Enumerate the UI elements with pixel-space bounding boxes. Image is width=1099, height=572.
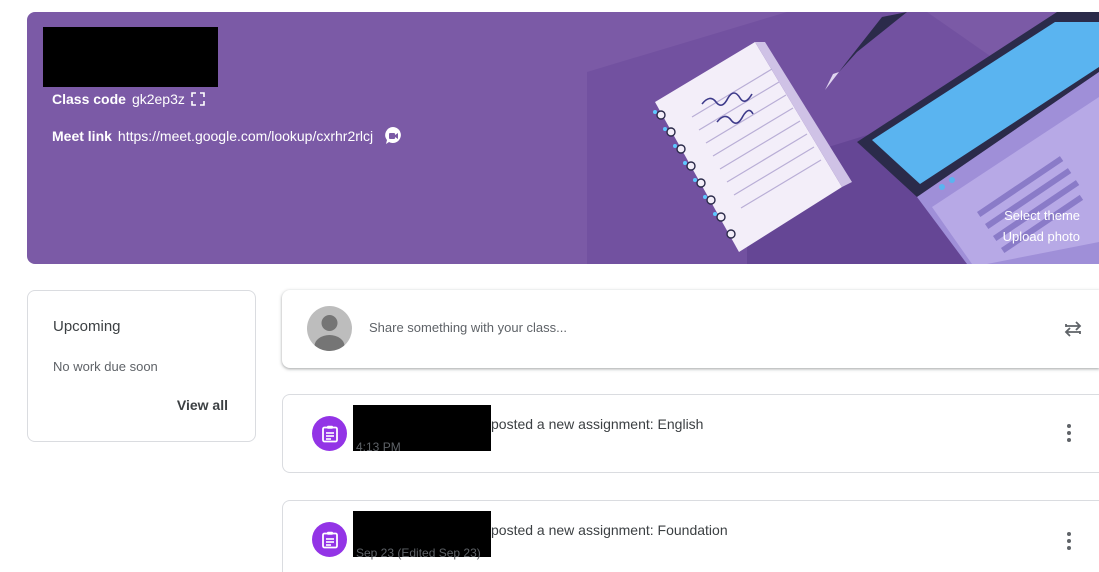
post-time: Sep 23 (Edited Sep 23) xyxy=(356,546,481,560)
class-banner: Class code gk2ep3z Meet link https://mee… xyxy=(27,12,1099,264)
share-input[interactable]: Share something with your class... xyxy=(369,320,567,335)
more-vert-icon[interactable] xyxy=(1066,531,1072,551)
upcoming-card: Upcoming No work due soon View all xyxy=(27,290,256,442)
meet-link-label: Meet link xyxy=(52,128,112,144)
view-all-link[interactable]: View all xyxy=(177,397,228,413)
assignment-icon xyxy=(312,522,347,557)
meet-link-value[interactable]: https://meet.google.com/lookup/cxrhr2rlc… xyxy=(118,128,373,144)
post-headline: posted a new assignment: Foundation xyxy=(491,522,728,538)
post-time: 4:13 PM xyxy=(356,440,401,454)
banner-actions: Select theme Upload photo xyxy=(1003,205,1080,247)
select-theme-link[interactable]: Select theme xyxy=(1003,205,1080,226)
assignment-icon xyxy=(312,416,347,451)
class-code-label: Class code xyxy=(52,91,126,107)
class-name-redacted xyxy=(43,27,218,87)
fullscreen-icon[interactable] xyxy=(191,92,205,106)
upload-photo-link[interactable]: Upload photo xyxy=(1003,226,1080,247)
class-code-row: Class code gk2ep3z xyxy=(52,91,205,107)
video-call-icon[interactable] xyxy=(383,126,403,146)
post-headline: posted a new assignment: English xyxy=(491,416,704,432)
more-vert-icon[interactable] xyxy=(1066,423,1072,443)
stream-post[interactable]: posted a new assignment: English 4:13 PM xyxy=(282,394,1099,473)
share-box[interactable]: Share something with your class... xyxy=(282,290,1099,368)
repost-icon[interactable] xyxy=(1061,317,1085,341)
avatar xyxy=(307,306,352,351)
upcoming-title: Upcoming xyxy=(53,318,121,335)
stream-post[interactable]: posted a new assignment: Foundation Sep … xyxy=(282,500,1099,572)
meet-link-row: Meet link https://meet.google.com/lookup… xyxy=(52,126,403,146)
class-code-value: gk2ep3z xyxy=(131,91,185,107)
upcoming-status: No work due soon xyxy=(53,359,158,374)
